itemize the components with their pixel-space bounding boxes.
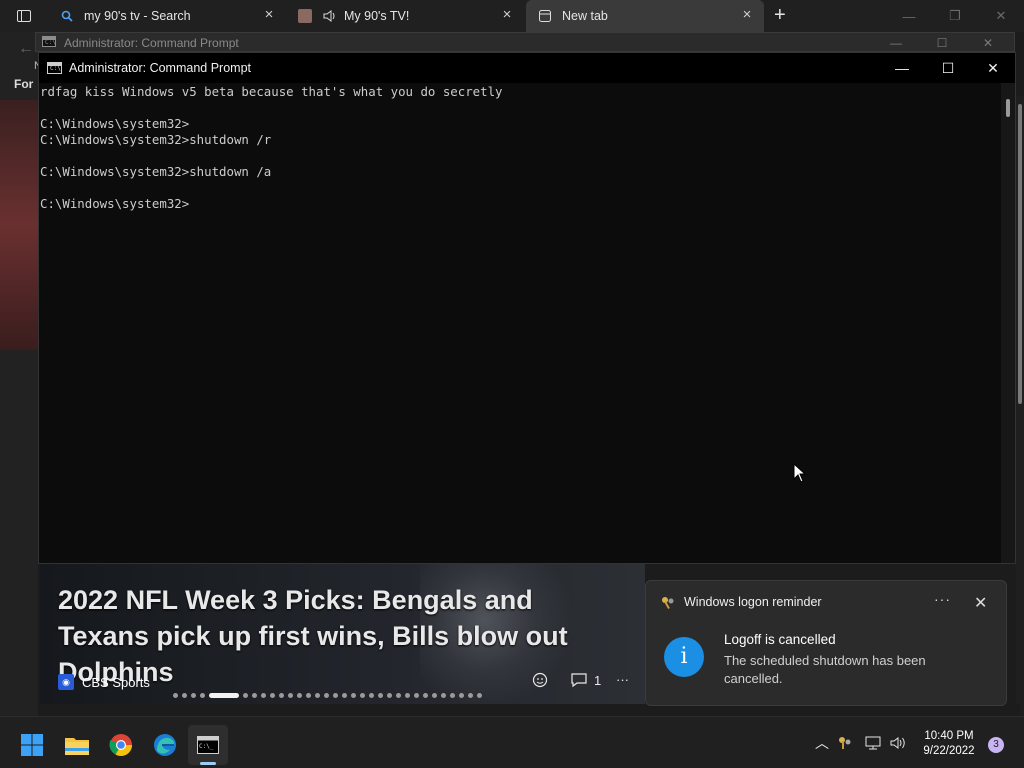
volume-icon[interactable] bbox=[890, 736, 908, 753]
close-window-icon[interactable]: ✕ bbox=[978, 0, 1024, 32]
tab-actions-icon[interactable] bbox=[16, 8, 32, 24]
tab-new-tab[interactable]: New tab × bbox=[526, 0, 764, 32]
comment-count: 1 bbox=[594, 672, 602, 688]
keys-icon bbox=[660, 595, 676, 611]
console-output[interactable]: rdfag kiss Windows v5 beta because that'… bbox=[39, 83, 1001, 563]
edge-icon[interactable] bbox=[145, 725, 185, 765]
speaker-icon[interactable] bbox=[322, 9, 336, 23]
comment-icon bbox=[571, 673, 587, 688]
info-icon: i bbox=[664, 637, 704, 677]
clock-time: 10:40 PM bbox=[924, 730, 974, 742]
show-hidden-icons-icon[interactable]: ︿ bbox=[815, 733, 829, 753]
carousel-dot-active bbox=[209, 693, 239, 698]
maximize-icon[interactable]: ☐ bbox=[925, 53, 971, 83]
tab-my-90s-tv[interactable]: My 90's TV! × bbox=[288, 0, 524, 32]
cmd-window[interactable]: C:\ Administrator: Command Prompt — ☐ ✕ … bbox=[38, 52, 1016, 564]
newtab-icon bbox=[538, 9, 552, 23]
chrome-icon[interactable] bbox=[101, 725, 141, 765]
page-image-fragment bbox=[0, 100, 38, 350]
network-icon[interactable] bbox=[865, 736, 881, 753]
source-name: CBS Sports bbox=[82, 674, 150, 690]
close-icon[interactable]: ✕ bbox=[970, 53, 1016, 83]
scrollbar-thumb[interactable] bbox=[1006, 99, 1010, 117]
tab-search[interactable]: my 90's tv - Search × bbox=[50, 0, 286, 32]
maximize-icon[interactable]: ☐ bbox=[920, 33, 964, 53]
new-tab-button[interactable]: + bbox=[774, 4, 792, 26]
svg-text:C:\_: C:\_ bbox=[199, 743, 214, 750]
minimize-icon[interactable]: — bbox=[874, 33, 918, 53]
file-explorer-icon[interactable] bbox=[57, 725, 97, 765]
page-text-fragment: For bbox=[14, 77, 34, 91]
page-scrollbar[interactable] bbox=[1016, 96, 1024, 716]
toast-body: The scheduled shutdown has been cancelle… bbox=[724, 653, 926, 686]
browser-tab-strip: my 90's tv - Search × My 90's TV! × New … bbox=[0, 0, 1024, 32]
news-card[interactable]: 2022 NFL Week 3 Picks: Bengals and Texan… bbox=[40, 564, 645, 704]
start-icon[interactable] bbox=[12, 725, 52, 765]
window-title: Administrator: Command Prompt bbox=[69, 61, 252, 75]
toast-app-name: Windows logon reminder bbox=[684, 595, 822, 609]
toast-notification[interactable]: Windows logon reminder ··· ✕ i Logoff is… bbox=[645, 580, 1007, 706]
console-scrollbar[interactable] bbox=[1001, 83, 1015, 563]
window-title: Administrator: Command Prompt bbox=[64, 36, 239, 50]
close-icon[interactable]: ✕ bbox=[966, 33, 1010, 53]
taskbar: C:\_ ︿ 10:40 PM 9/22/2022 3 bbox=[0, 716, 1024, 768]
carousel-dots[interactable] bbox=[173, 693, 482, 698]
toast-title: Logoff is cancelled bbox=[724, 632, 836, 647]
scrollbar-thumb[interactable] bbox=[1018, 104, 1022, 404]
news-source[interactable]: ◉ CBS Sports bbox=[58, 674, 150, 690]
minimize-icon[interactable]: — bbox=[879, 53, 925, 83]
toast-close-icon[interactable]: ✕ bbox=[974, 593, 987, 613]
cmd-icon: C:\ bbox=[42, 36, 56, 47]
restore-icon[interactable]: ❐ bbox=[932, 0, 978, 32]
tab-label: my 90's tv - Search bbox=[84, 9, 191, 23]
cmd-titlebar[interactable]: C:\ Administrator: Command Prompt — ☐ ✕ bbox=[39, 53, 1015, 83]
more-options-button[interactable]: ··· bbox=[616, 672, 629, 687]
clock-date: 9/22/2022 bbox=[923, 745, 975, 757]
tab-label: New tab bbox=[562, 9, 608, 23]
tab-label: My 90's TV! bbox=[344, 9, 410, 23]
search-icon bbox=[60, 9, 74, 23]
back-arrow-icon[interactable]: ← bbox=[18, 40, 34, 58]
toast-more-button[interactable]: ··· bbox=[934, 591, 951, 607]
cmd-icon: C:\ bbox=[47, 62, 62, 74]
close-tab-icon[interactable]: × bbox=[740, 7, 754, 22]
comments-button[interactable]: 1 bbox=[570, 672, 601, 688]
minimize-icon[interactable]: — bbox=[886, 0, 932, 32]
cbs-logo-icon: ◉ bbox=[58, 674, 74, 690]
notification-badge[interactable]: 3 bbox=[988, 737, 1004, 753]
reaction-icon[interactable] bbox=[532, 672, 550, 690]
terminal-icon[interactable]: C:\_ bbox=[188, 725, 228, 765]
clock[interactable]: 10:40 PM 9/22/2022 bbox=[918, 729, 980, 759]
site-favicon bbox=[298, 9, 312, 23]
cmd-window-background[interactable]: C:\ Administrator: Command Prompt — ☐ ✕ bbox=[35, 32, 1015, 52]
active-indicator bbox=[200, 762, 216, 765]
mouse-cursor-icon bbox=[793, 462, 807, 483]
keys-tray-icon[interactable] bbox=[838, 736, 852, 753]
close-tab-icon[interactable]: × bbox=[262, 7, 276, 22]
close-tab-icon[interactable]: × bbox=[500, 7, 514, 22]
